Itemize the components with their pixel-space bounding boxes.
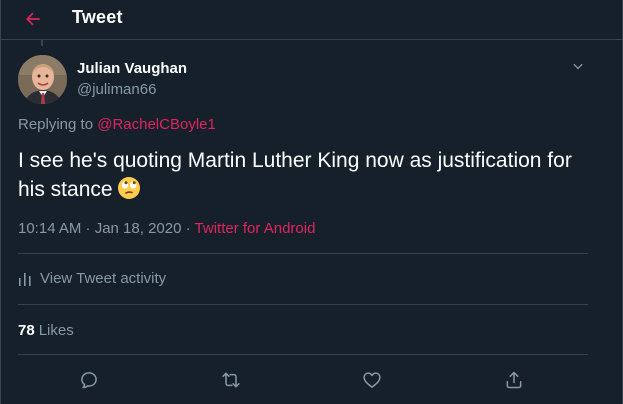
like-button[interactable] bbox=[360, 368, 384, 392]
tweet-body: I see he's quoting Martin Luther King no… bbox=[18, 146, 588, 208]
share-button[interactable] bbox=[502, 368, 526, 392]
retweet-icon bbox=[222, 372, 240, 388]
view-tweet-activity-button[interactable]: View Tweet activity bbox=[18, 270, 166, 287]
divider bbox=[18, 253, 588, 254]
tweet-detail-view: Tweet Julian Vaughan @juliman66 Replying… bbox=[0, 0, 623, 404]
likes-count: 78 bbox=[18, 322, 35, 339]
comment-icon bbox=[81, 372, 97, 389]
avatar[interactable] bbox=[18, 55, 67, 104]
likes-label: Likes bbox=[38, 322, 74, 339]
more-options-button[interactable] bbox=[568, 57, 588, 77]
likes-stat[interactable]: 78 Likes bbox=[18, 322, 74, 339]
page-title: Tweet bbox=[72, 7, 123, 27]
share-icon bbox=[506, 371, 522, 389]
author-handle[interactable]: @juliman66 bbox=[77, 81, 156, 98]
heart-icon bbox=[363, 372, 381, 388]
rolling-eyes-emoji-icon bbox=[117, 176, 141, 208]
thread-connector-line bbox=[41, 40, 43, 46]
tweet-text: I see he's quoting Martin Luther King no… bbox=[18, 149, 572, 201]
bar-chart-icon bbox=[19, 272, 31, 286]
retweet-button[interactable] bbox=[219, 368, 243, 392]
chevron-down-icon bbox=[573, 63, 583, 70]
arrow-left-icon bbox=[26, 12, 40, 26]
divider bbox=[18, 354, 588, 355]
tweet-meta: 10:14 AM · Jan 18, 2020 · Twitter for An… bbox=[18, 220, 315, 237]
header-bar: Tweet bbox=[1, 0, 622, 40]
timestamp[interactable]: 10:14 AM · Jan 18, 2020 · bbox=[18, 220, 191, 237]
avatar-image bbox=[18, 55, 67, 104]
replying-to-label: Replying to bbox=[18, 116, 94, 133]
divider bbox=[18, 304, 588, 305]
back-button[interactable] bbox=[17, 3, 49, 35]
view-tweet-activity-label: View Tweet activity bbox=[40, 270, 167, 287]
mention-link[interactable]: @RachelCBoyle1 bbox=[97, 116, 216, 133]
author-name[interactable]: Julian Vaughan bbox=[77, 60, 187, 77]
replying-to-line: Replying to @RachelCBoyle1 bbox=[18, 116, 216, 133]
source-link[interactable]: Twitter for Android bbox=[195, 220, 316, 237]
reply-button[interactable] bbox=[77, 368, 101, 392]
